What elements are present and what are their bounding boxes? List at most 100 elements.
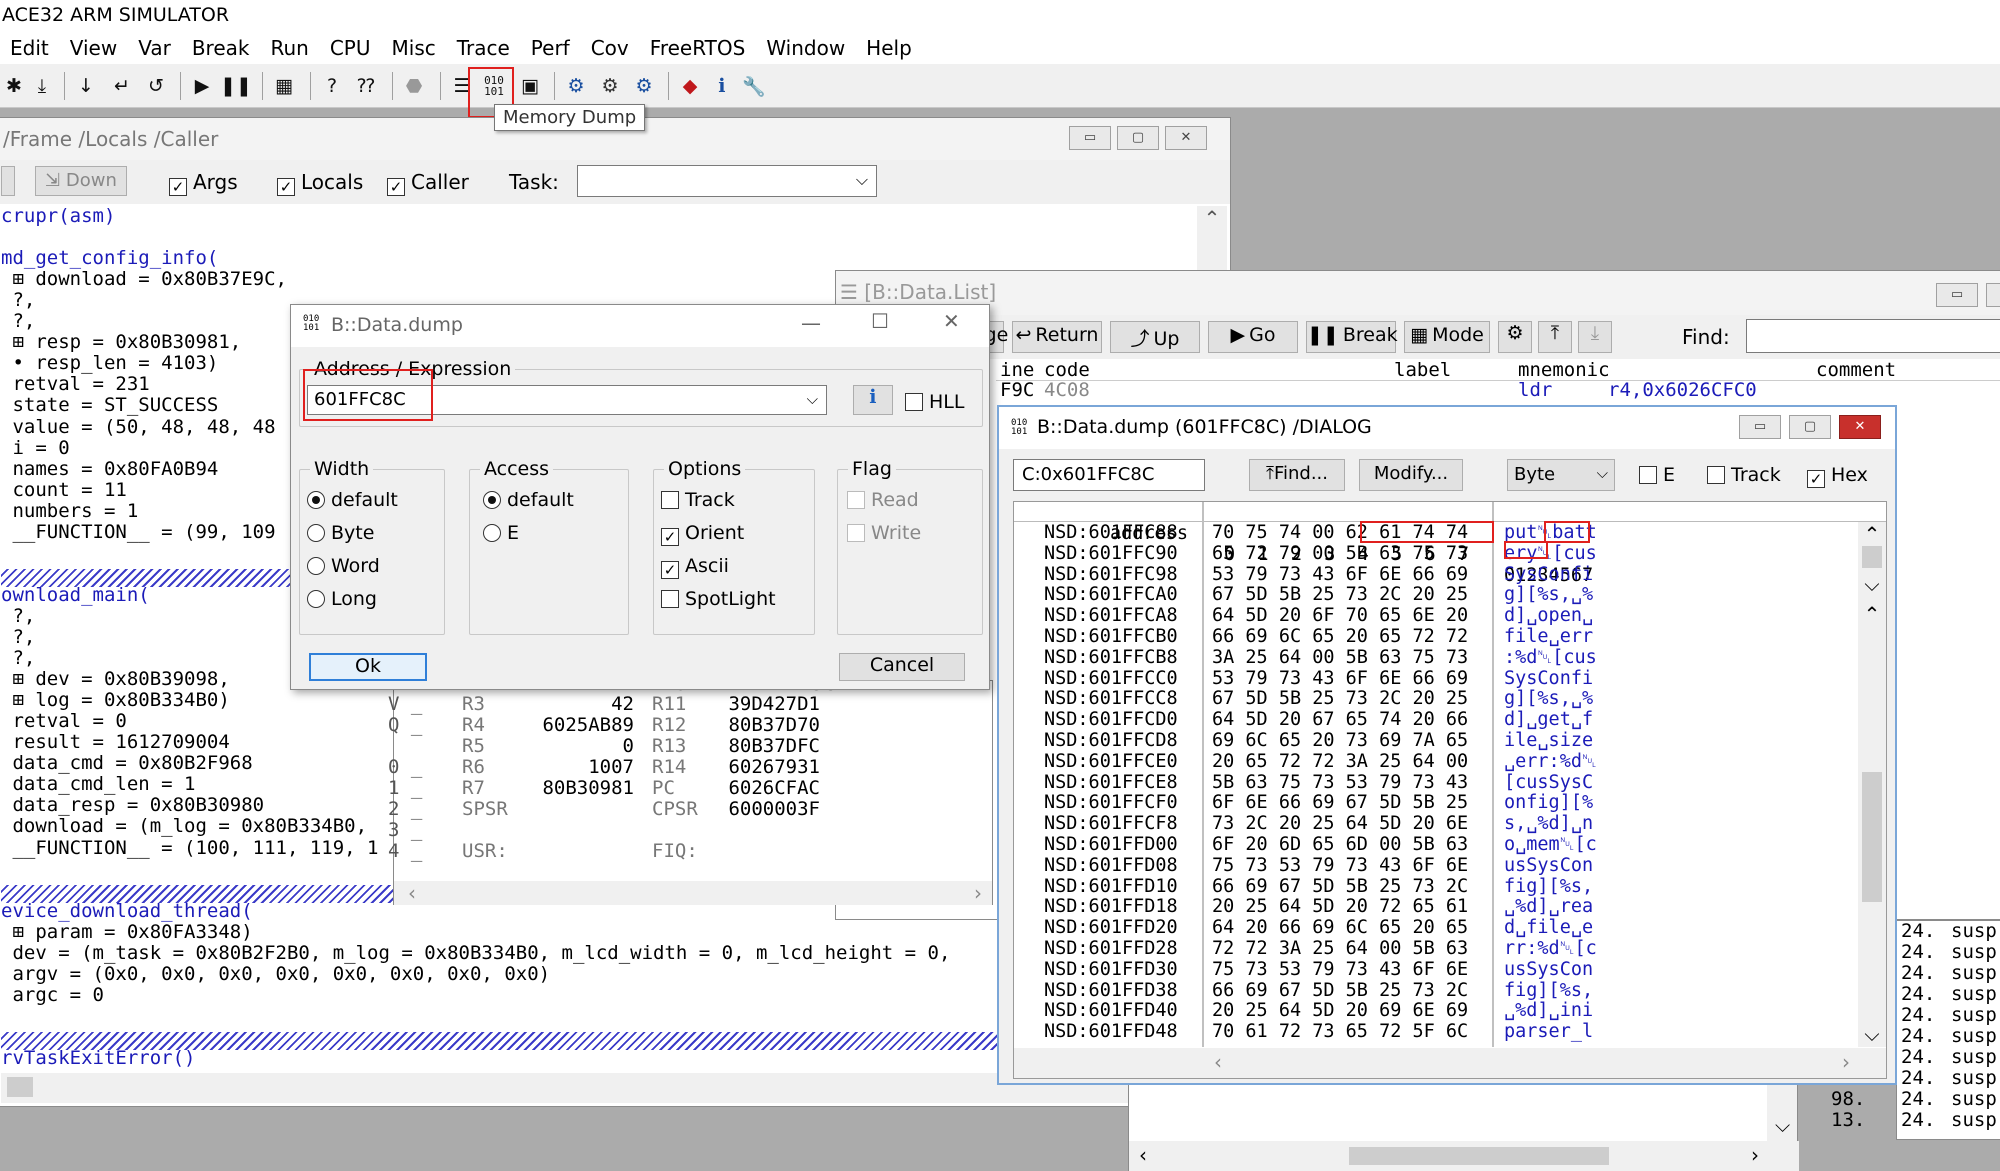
frame-variable[interactable]: retval = 231 (1, 375, 149, 394)
info-icon[interactable]: ℹ (853, 385, 893, 415)
dump-row[interactable]: NSD:601FFCD8 69 6C 65 20 73 69 7A 65 ile␣s… (1014, 730, 1854, 751)
close-button[interactable]: ✕ (943, 309, 960, 333)
close-button[interactable]: ✕ (1165, 126, 1207, 150)
perf-icon-2[interactable]: ⚙ (596, 72, 624, 100)
frame-variable[interactable]: ⊞ dev = 0x80B39098, (1, 670, 229, 689)
menu-item-edit[interactable]: Edit (0, 34, 60, 64)
minimize-button[interactable]: — (801, 311, 821, 335)
flag-checkbox-write[interactable]: Write (847, 522, 977, 555)
frame-variable[interactable]: argc = 0 (1, 986, 104, 1005)
dump-row[interactable]: NSD:601FFCF0 6F 6E 66 69 67 5D 5B 25 onfig… (1014, 792, 1854, 813)
stop-icon[interactable]: ⬣ (400, 72, 428, 100)
trace-cube-icon[interactable]: ◆ (676, 72, 704, 100)
ok-button[interactable]: Ok (309, 653, 427, 681)
menu-item-cpu[interactable]: CPU (320, 34, 382, 64)
frame-variable[interactable]: value = (50, 48, 48, 48 (1, 417, 275, 436)
dump-scrollbar[interactable]: ⌃ ⌵ ⌃ ⌵ (1858, 522, 1886, 1047)
width-radio-long[interactable]: Long (307, 588, 437, 621)
modify-button[interactable]: Modify... (1359, 459, 1463, 491)
frame-variable[interactable]: dev = (m_task = 0x80B2F2B0, m_log = 0x80… (1, 943, 950, 962)
register-row[interactable]: Q _ R4 6025AB89 R12 80B37D70 (388, 714, 962, 736)
maximize-button[interactable]: ☐ (871, 309, 889, 333)
register-row[interactable]: 3 _ (388, 819, 962, 841)
option-checkbox-spotlight[interactable]: SpotLight (661, 588, 811, 621)
dump-row[interactable]: NSD:601FFD30 75 73 53 79 73 43 6F 6E usSys… (1014, 959, 1854, 980)
frame-variable[interactable]: ?, (1, 649, 35, 668)
hex-checkbox[interactable]: ✓ Hex (1807, 464, 1868, 488)
return-icon[interactable]: ↵ (108, 72, 136, 100)
maximize-button[interactable]: ▢ (1789, 415, 1831, 439)
datalist-maximize-button[interactable]: ▢ (1986, 283, 2000, 307)
task-select[interactable]: ⌵ (577, 165, 877, 197)
dump-row[interactable]: NSD:601FFCD0 64 5D 20 67 65 74 20 66 d]␣ge… (1014, 709, 1854, 730)
register-row[interactable]: V _ R3 42 R11 39D427D1 (388, 693, 962, 715)
break-icon[interactable]: ❚❚ (220, 72, 252, 100)
frame-function[interactable]: evice_download_thread( (1, 901, 253, 920)
width-radio-default[interactable]: default (307, 489, 437, 522)
menu-item-freertos[interactable]: FreeRTOS (640, 34, 757, 64)
menu-item-run[interactable]: Run (260, 34, 319, 64)
access-radio-e[interactable]: E (483, 522, 613, 555)
frame-variable[interactable]: ?, (1, 291, 35, 310)
register-row[interactable]: 4 _ USR: FIQ: (388, 840, 962, 862)
args-checkbox[interactable]: ✓ Args (169, 170, 238, 196)
menu-item-var[interactable]: Var (128, 34, 182, 64)
frame-variable[interactable]: __FUNCTION__ = (100, 111, 119, 1 (1, 838, 378, 857)
frame-variable[interactable]: state = ST_SUCCESS (1, 396, 218, 415)
step-down-icon[interactable]: ↓ (72, 72, 100, 100)
dump-row[interactable]: NSD:601FFCA8 64 5D 20 6F 70 65 6E 20 d]␣op… (1014, 605, 1854, 626)
option-checkbox-orient[interactable]: ✓ Orient (661, 522, 811, 555)
frame-variable[interactable]: names = 0x80FA0B94 (1, 459, 218, 478)
perf-icon-3[interactable]: ⚙ (630, 72, 658, 100)
menu-item-break[interactable]: Break (182, 34, 261, 64)
dump-row[interactable]: NSD:601FFD38 66 69 67 5D 5B 25 73 2C fig][… (1014, 980, 1854, 1001)
frame-variable[interactable]: download = (m_log = 0x80B334B0, (1, 817, 367, 836)
frame-function[interactable]: rvTaskExitError() (1, 1049, 195, 1068)
e-checkbox[interactable]: E (1639, 464, 1675, 486)
datalist-find-input[interactable] (1746, 319, 2000, 353)
dump-row[interactable]: NSD:601FFC98 53 79 73 43 6F 6E 66 69 SysCo… (1014, 564, 1854, 585)
frame-variable[interactable]: __FUNCTION__ = (99, 109 (1, 522, 275, 541)
frame-variable[interactable]: ⊞ param = 0x80FA3348) (1, 922, 252, 941)
frame-variable[interactable]: count = 11 (1, 480, 126, 499)
width-radio-word[interactable]: Word (307, 555, 437, 588)
width-radio-byte[interactable]: Byte (307, 522, 437, 555)
flag-checkbox-read[interactable]: Read (847, 489, 977, 522)
locals-checkbox[interactable]: ✓ Locals (277, 170, 363, 196)
frame-variable[interactable]: ⊞ log = 0x80B334B0) (1, 691, 229, 710)
dump-row[interactable]: NSD:601FFD48 70 61 72 73 65 72 5F 6C parse… (1014, 1021, 1854, 1042)
dump-row[interactable]: NSD:601FFD18 20 25 64 5D 20 72 65 61 ␣%d]␣… (1014, 896, 1854, 917)
dump-row[interactable]: NSD:601FFCE8 5B 63 75 73 53 79 73 43 [cusS… (1014, 772, 1854, 793)
register-row[interactable]: 1 _ R7 80B30981 PC 6026CFAC (388, 777, 962, 799)
menu-item-misc[interactable]: Misc (382, 34, 447, 64)
frame-variable[interactable]: argv = (0x0, 0x0, 0x0, 0x0, 0x0, 0x0, 0x… (1, 965, 550, 984)
datalist-row[interactable]: F9C 4C08 ldr r4,0x6026CFC0 (996, 379, 2000, 401)
dump-row[interactable]: NSD:601FFCA0 67 5D 5B 25 73 2C 20 25 g][%s… (1014, 584, 1854, 605)
register-row[interactable]: 2 _ SPSR CPSR 6000003F (388, 798, 962, 820)
menu-item-help[interactable]: Help (856, 34, 923, 64)
task-list-hscrollbar[interactable]: ‹ › (1129, 1141, 1799, 1171)
dump-row[interactable]: NSD:601FFCC8 67 5D 5B 25 73 2C 20 25 g][%s… (1014, 688, 1854, 709)
step-icon[interactable]: ✱ (0, 72, 28, 100)
frame-variable[interactable]: data_cmd_len = 1 (1, 775, 195, 794)
minimize-button[interactable]: ▭ (1069, 126, 1111, 150)
help-icon[interactable]: ? (318, 72, 346, 100)
dump-row[interactable]: NSD:601FFD10 66 69 67 5D 5B 25 73 2C fig][… (1014, 876, 1854, 897)
datalist-up-button[interactable]: ⤴ Up (1110, 321, 1200, 353)
find-button[interactable]: ⤒Find... (1249, 459, 1345, 491)
step-over-icon[interactable]: ⤓ (28, 72, 56, 100)
go-icon[interactable]: ▶ (188, 72, 216, 100)
menu-item-perf[interactable]: Perf (521, 34, 581, 64)
frame-function[interactable]: crupr(asm) (1, 208, 115, 225)
maximize-button[interactable]: ▢ (1117, 126, 1159, 150)
dump-row[interactable]: NSD:601FFCB8 3A 25 64 00 5B 63 75 73:%d␀[… (1014, 647, 1854, 668)
dump-address-field[interactable]: C:0x601FFC8C (1013, 459, 1205, 491)
frame-function[interactable]: ownload_main( (1, 586, 150, 605)
context-help-icon[interactable]: ⁇ (352, 72, 380, 100)
info-icon[interactable]: ℹ (708, 72, 736, 100)
datalist-return-button[interactable]: ↩ Return (1012, 321, 1102, 353)
byte-select[interactable]: Byte ⌵ (1507, 459, 1615, 491)
datalist-break-button[interactable]: ❚❚ Break (1306, 321, 1398, 353)
menu-item-cov[interactable]: Cov (581, 34, 640, 64)
down-button[interactable]: ⇲ Down (35, 166, 127, 196)
